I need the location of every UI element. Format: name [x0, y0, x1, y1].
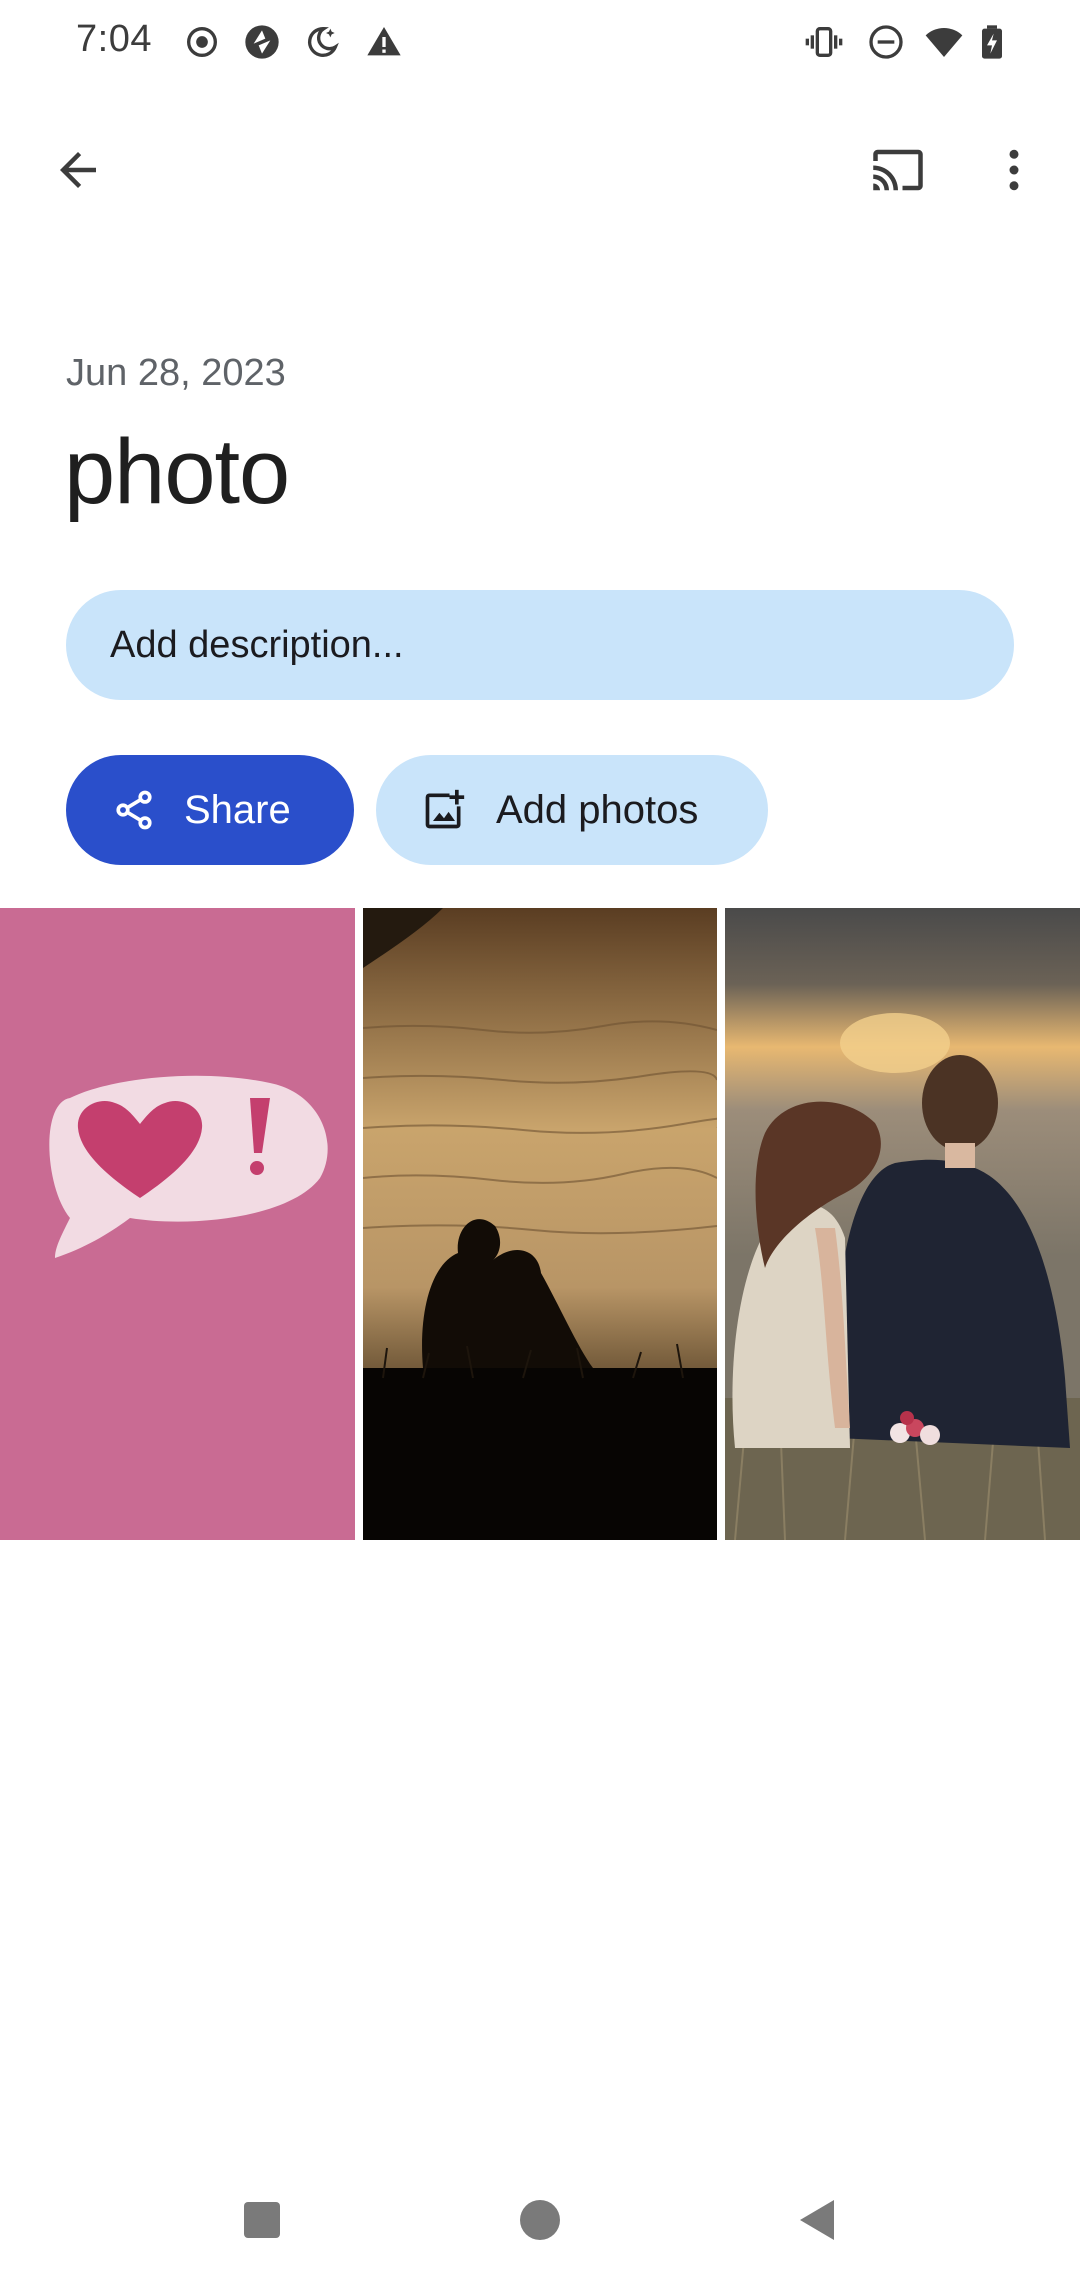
back-button[interactable] — [34, 126, 122, 214]
vibrate-icon — [804, 22, 844, 62]
app-bar — [0, 120, 1080, 220]
back-triangle-icon — [800, 2200, 834, 2240]
recents-square-icon — [244, 2202, 280, 2238]
battery-charging-icon — [972, 22, 1012, 62]
cast-button[interactable] — [854, 126, 942, 214]
share-label: Share — [184, 787, 291, 832]
photo-thumbnail[interactable] — [363, 908, 717, 1540]
recents-button[interactable] — [230, 2188, 294, 2252]
album-date: Jun 28, 2023 — [66, 352, 286, 394]
record-icon — [182, 22, 222, 62]
couple-sunset-image — [725, 908, 1080, 1540]
photo-thumbnail[interactable] — [0, 908, 355, 1540]
lake-silhouette-image — [363, 908, 717, 1540]
arrow-back-icon — [60, 152, 96, 188]
system-back-button[interactable] — [786, 2188, 850, 2252]
share-button[interactable]: Share — [66, 755, 354, 865]
home-button[interactable] — [508, 2188, 572, 2252]
add-photo-icon — [422, 788, 466, 832]
description-placeholder: Add description... — [110, 623, 404, 666]
more-options-button[interactable] — [970, 126, 1058, 214]
description-field[interactable]: Add description... — [66, 590, 1014, 700]
bedtime-icon — [302, 22, 342, 62]
cast-icon — [873, 149, 923, 191]
wifi-icon — [924, 22, 964, 62]
add-photos-label: Add photos — [496, 787, 699, 832]
album-title[interactable]: photo — [64, 420, 290, 525]
system-nav-bar — [0, 2160, 1080, 2280]
more-vert-icon — [1009, 149, 1019, 191]
warning-icon — [364, 22, 404, 62]
share-icon — [112, 788, 156, 832]
photo-thumbnail[interactable] — [725, 908, 1080, 1540]
do-not-disturb-icon — [866, 22, 906, 62]
status-bar: 7:04 — [0, 0, 1080, 88]
heart-speech-bubble-image — [0, 908, 355, 1540]
home-circle-icon — [520, 2200, 560, 2240]
vpn-icon — [242, 22, 282, 62]
add-photos-button[interactable]: Add photos — [376, 755, 768, 865]
status-time: 7:04 — [76, 18, 152, 60]
